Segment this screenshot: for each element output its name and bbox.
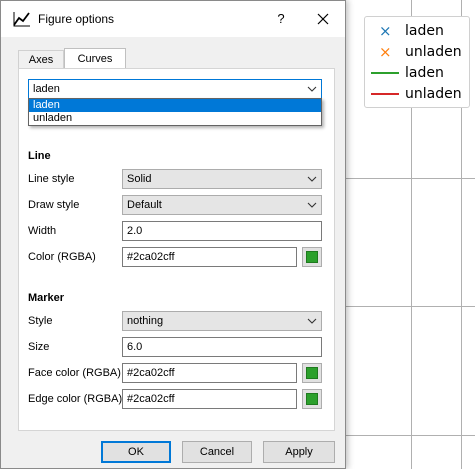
- legend-entry: unladen: [369, 84, 462, 104]
- face-color-label: Face color (RGBA): [28, 367, 121, 379]
- title-bar[interactable]: Figure options ?: [1, 1, 345, 37]
- line-style-label: Line style: [28, 173, 75, 185]
- cancel-button[interactable]: Cancel: [182, 441, 252, 463]
- legend-label: laden: [405, 65, 444, 81]
- marker-size-label: Size: [28, 341, 50, 353]
- marker-style-select[interactable]: nothing: [122, 311, 322, 331]
- width-label: Width: [28, 225, 57, 237]
- marker-section-heading: Marker: [28, 292, 65, 304]
- line-style-select[interactable]: Solid: [122, 169, 322, 189]
- apply-button[interactable]: Apply: [263, 441, 335, 463]
- marker-style-value: nothing: [127, 315, 164, 327]
- x-marker-icon: ×: [379, 22, 392, 40]
- line-section-heading: Line: [28, 150, 51, 162]
- close-button[interactable]: [306, 7, 340, 31]
- face-color-field[interactable]: #2ca02cff: [122, 363, 297, 383]
- color-label: Color (RGBA): [28, 251, 96, 263]
- color-swatch: [306, 393, 318, 405]
- line-marker-icon: [369, 63, 399, 83]
- curve-select[interactable]: laden: [28, 79, 322, 99]
- tab-curves[interactable]: Curves: [64, 48, 126, 69]
- width-field[interactable]: 2.0: [122, 221, 322, 241]
- edge-color-picker-button[interactable]: [302, 389, 322, 409]
- dropdown-option-unladen[interactable]: unladen: [29, 112, 321, 125]
- draw-style-label: Draw style: [28, 199, 80, 211]
- marker-size-field[interactable]: 6.0: [122, 337, 322, 357]
- color-field[interactable]: #2ca02cff: [122, 247, 297, 267]
- draw-style-value: Default: [127, 199, 162, 211]
- draw-style-select[interactable]: Default: [122, 195, 322, 215]
- chevron-down-icon: [307, 176, 317, 182]
- color-picker-button[interactable]: [302, 247, 322, 267]
- help-button[interactable]: ?: [269, 9, 293, 29]
- chevron-down-icon: [307, 202, 317, 208]
- legend-label: laden: [405, 23, 444, 39]
- chevron-down-icon: [307, 86, 317, 92]
- line-marker-icon: [369, 84, 399, 104]
- line-style-value: Solid: [127, 173, 152, 185]
- edge-color-field[interactable]: #2ca02cff: [122, 389, 297, 409]
- color-swatch: [306, 251, 318, 263]
- face-color-picker-button[interactable]: [302, 363, 322, 383]
- figure-options-dialog: Figure options ? Axes Curves laden laden…: [0, 0, 346, 469]
- legend-label: unladen: [405, 44, 462, 60]
- legend-entry: × unladen: [369, 42, 462, 62]
- grid-line: [330, 178, 475, 179]
- curve-dropdown-list: laden unladen: [28, 98, 322, 126]
- grid-line: [330, 306, 475, 307]
- legend-entry: × laden: [369, 21, 444, 41]
- line-chart-icon: [13, 12, 30, 27]
- edge-color-label: Edge color (RGBA): [28, 393, 123, 405]
- plot-legend: × laden × unladen laden unladen: [364, 16, 470, 108]
- dropdown-option-laden[interactable]: laden: [29, 99, 321, 112]
- close-icon: [317, 13, 329, 25]
- legend-label: unladen: [405, 86, 462, 102]
- legend-entry: laden: [369, 63, 444, 83]
- dialog-title: Figure options: [38, 12, 115, 26]
- grid-line: [330, 435, 475, 436]
- tab-axes[interactable]: Axes: [18, 50, 64, 68]
- x-marker-icon: ×: [379, 43, 392, 61]
- color-swatch: [306, 367, 318, 379]
- marker-style-label: Style: [28, 315, 53, 327]
- curve-select-value: laden: [33, 83, 60, 95]
- chevron-down-icon: [307, 318, 317, 324]
- ok-button[interactable]: OK: [101, 441, 171, 463]
